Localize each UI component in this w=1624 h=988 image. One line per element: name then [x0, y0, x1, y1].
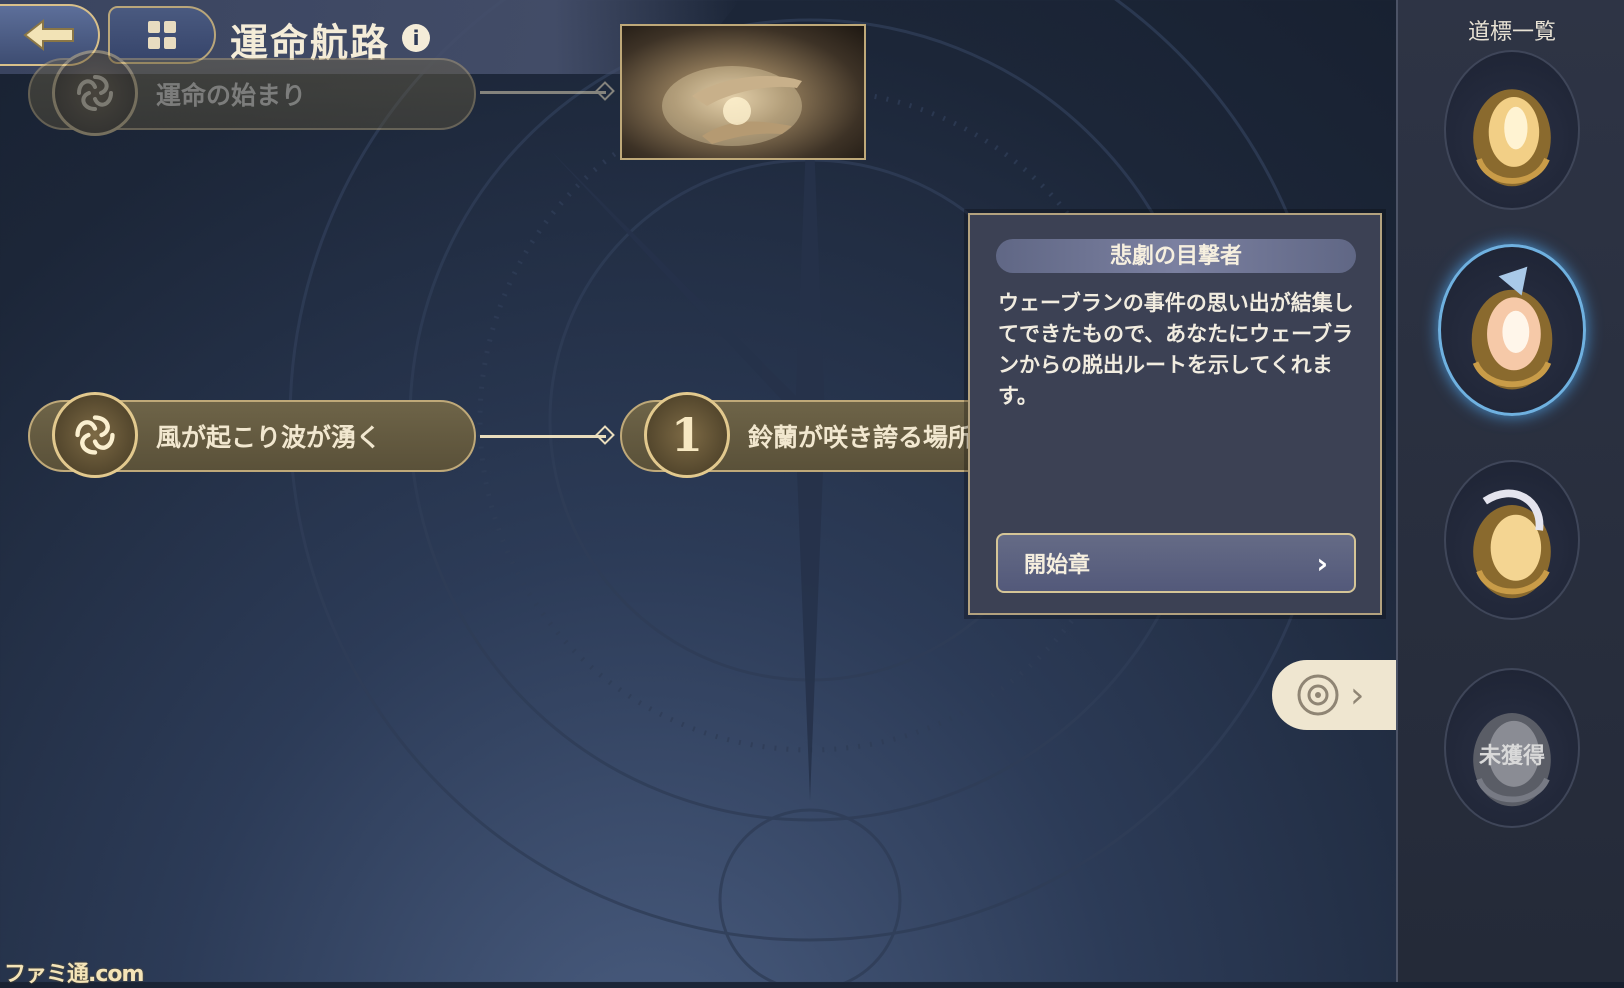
- waypoint-panel: 道標一覧 未獲得: [1396, 0, 1624, 982]
- chevron-right-icon: ›: [1350, 674, 1365, 716]
- rainbow-flame-medal-icon: [1471, 266, 1553, 390]
- route-node-label: 風が起こり波が湧く: [156, 423, 382, 452]
- chapter-button-label: 開始章: [1024, 552, 1091, 578]
- compass-badge-icon: [1297, 674, 1339, 716]
- route-node-wind[interactable]: 風が起こり波が湧く: [28, 392, 476, 478]
- route-node-label: 鈴蘭が咲き誇る場所: [748, 423, 974, 452]
- scene-thumbnail[interactable]: [620, 24, 866, 160]
- locked-label: 未獲得: [1478, 743, 1545, 769]
- medal-3[interactable]: [1444, 460, 1580, 620]
- route-node-label: 運命の始まり: [156, 81, 307, 110]
- map-grid-icon: [148, 21, 176, 49]
- badge-number: 1: [670, 408, 703, 462]
- silver-ribbon-medal-icon: [1473, 489, 1551, 599]
- route-node-badge: [52, 392, 138, 478]
- route-node-start[interactable]: 運命の始まり: [28, 50, 476, 136]
- medal-2[interactable]: [1438, 244, 1586, 416]
- chevron-right-icon: ›: [1316, 546, 1328, 580]
- info-icon[interactable]: i: [402, 24, 430, 52]
- popup-title: 悲劇の目撃者: [996, 239, 1356, 273]
- swirl-icon: [75, 415, 115, 455]
- watermark-logo: ファミ通.com: [4, 962, 144, 987]
- route-node-badge: [52, 50, 138, 136]
- route-connector: [480, 435, 606, 438]
- route-node-badge: 1: [644, 392, 730, 478]
- medal-1[interactable]: [1444, 50, 1580, 210]
- panel-title: 道標一覧: [1467, 20, 1556, 45]
- hands-light-illustration: [662, 66, 802, 146]
- route-connector: [480, 91, 606, 94]
- back-arrow-icon: [23, 18, 74, 52]
- map-menu-button[interactable]: [108, 6, 216, 64]
- golden-flame-medal-icon: [1473, 89, 1551, 187]
- medal-4-locked[interactable]: 未獲得: [1444, 668, 1580, 828]
- swirl-icon: [77, 75, 113, 111]
- chapter-button[interactable]: 開始章 ›: [996, 533, 1356, 593]
- detail-popup: 悲劇の目撃者 ウェーブランの事件の思い出が結集してできたもので、あなたにウェーブ…: [968, 213, 1382, 615]
- popup-description: ウェーブランの事件の思い出が結集してできたもので、あなたにウェーブランからの脱出…: [998, 290, 1354, 408]
- side-tab-button[interactable]: ›: [1272, 660, 1398, 730]
